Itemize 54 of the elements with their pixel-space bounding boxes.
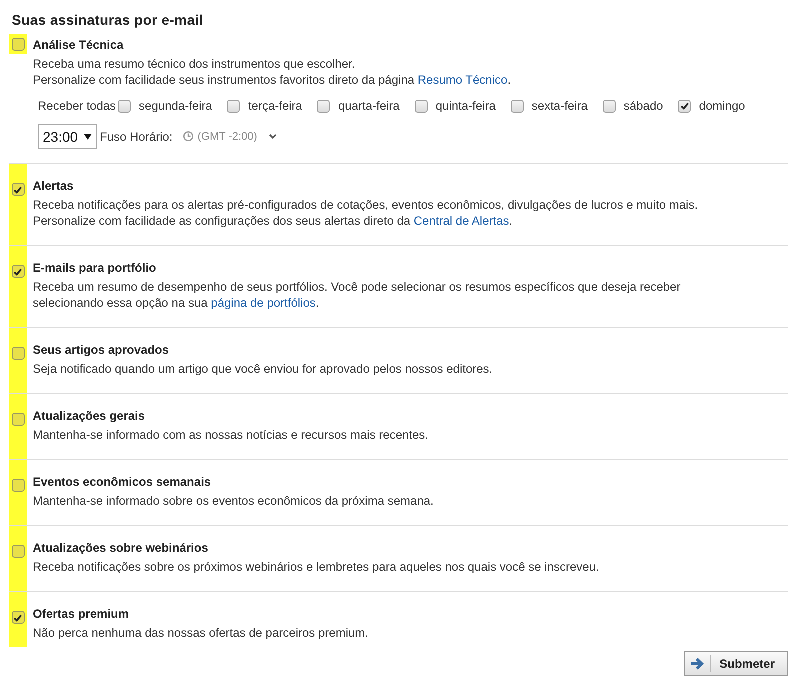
checkbox[interactable] bbox=[12, 265, 24, 278]
subscription-title: Atualizações sobre webinários bbox=[33, 540, 210, 556]
chevron-down-icon bbox=[269, 134, 278, 140]
caret-icon bbox=[84, 134, 92, 140]
checkbox[interactable] bbox=[510, 100, 524, 112]
subscription-title: E-mails para portfólio bbox=[33, 260, 158, 276]
submit-button[interactable]: Submeter bbox=[684, 651, 788, 676]
checkbox[interactable] bbox=[12, 183, 24, 196]
timezone-select[interactable]: (GMT -2:00) bbox=[182, 130, 278, 142]
clock-icon bbox=[182, 131, 194, 142]
checkbox[interactable] bbox=[12, 611, 24, 624]
day-label: sábado bbox=[624, 98, 664, 114]
schedule-label: Receber todas bbox=[38, 98, 116, 114]
description-text: selecionando essa opção na sua página de portfólios. bbox=[33, 295, 320, 311]
description-text: Mantenha-se informado sobre os eventos econômicos da próxima semana. bbox=[33, 493, 434, 509]
checkbox[interactable] bbox=[602, 100, 616, 112]
checkbox[interactable] bbox=[317, 100, 330, 112]
checkbox[interactable] bbox=[12, 347, 24, 360]
description-text: Receba uma resumo técnico dos instrumentos que escolher. bbox=[33, 56, 356, 72]
subscription-title: Ofertas premium bbox=[33, 606, 130, 622]
text-link[interactable]: página de portfólios bbox=[211, 296, 316, 310]
description-text: Receba notificações para os alertas pré-configurados de cotações, eventos econômicos, divulgações de lucros e muito mais. bbox=[33, 197, 698, 213]
checkbox[interactable] bbox=[118, 100, 132, 112]
checkbox[interactable] bbox=[227, 100, 240, 112]
day-label: domingo bbox=[699, 98, 746, 114]
description-text: Seja notificado quando um artigo que você enviou for aprovado pelos nossos editores. bbox=[33, 361, 493, 377]
time-select[interactable]: 23:00 bbox=[38, 124, 98, 149]
checkbox[interactable] bbox=[12, 413, 24, 426]
description-text: Receba um resumo de desempenho de seus portfólios. Você pode selecionar os resumos específicos que deseja receber bbox=[33, 279, 681, 295]
description-text: Não perca nenhuma das nossas ofertas de parceiros premium. bbox=[33, 625, 369, 641]
day-label: quinta-feira bbox=[436, 98, 496, 114]
day-label: terça-feira bbox=[248, 98, 302, 114]
checkbox[interactable] bbox=[678, 100, 692, 112]
page-heading: Suas assinaturas por e-mail bbox=[12, 12, 204, 28]
checkbox[interactable] bbox=[12, 479, 24, 492]
day-label: segunda-feira bbox=[139, 98, 212, 114]
description-text: Personalize com facilidade seus instrumentos favoritos direto da página Resumo Técnico. bbox=[33, 72, 512, 88]
checkbox[interactable] bbox=[414, 100, 428, 112]
subscription-title: Eventos econômicos semanais bbox=[33, 474, 212, 490]
subscription-title: Análise Técnica bbox=[33, 37, 125, 53]
text-link[interactable]: Central de Alertas bbox=[414, 214, 510, 228]
arrow-right-icon bbox=[690, 658, 704, 670]
subscription-title: Seus artigos aprovados bbox=[33, 342, 170, 358]
subscription-title: Alertas bbox=[33, 178, 75, 194]
checkbox[interactable] bbox=[12, 545, 24, 558]
day-label: quarta-feira bbox=[338, 98, 400, 114]
description-text: Personalize com facilidade as configurações dos seus alertas direto da Central de Alertas. bbox=[33, 213, 514, 229]
text-link[interactable]: Resumo Técnico bbox=[418, 73, 508, 87]
description-text: Receba notificações sobre os próximos webinários e lembretes para aqueles nos quais você se inscreveu. bbox=[33, 559, 600, 575]
checkbox[interactable] bbox=[12, 38, 24, 50]
day-label: sexta-feira bbox=[532, 98, 588, 114]
subscription-title: Atualizações gerais bbox=[33, 408, 146, 424]
timezone-label: Fuso Horário: bbox=[100, 130, 173, 144]
description-text: Mantenha-se informado com as nossas notícias e recursos mais recentes. bbox=[33, 427, 429, 443]
